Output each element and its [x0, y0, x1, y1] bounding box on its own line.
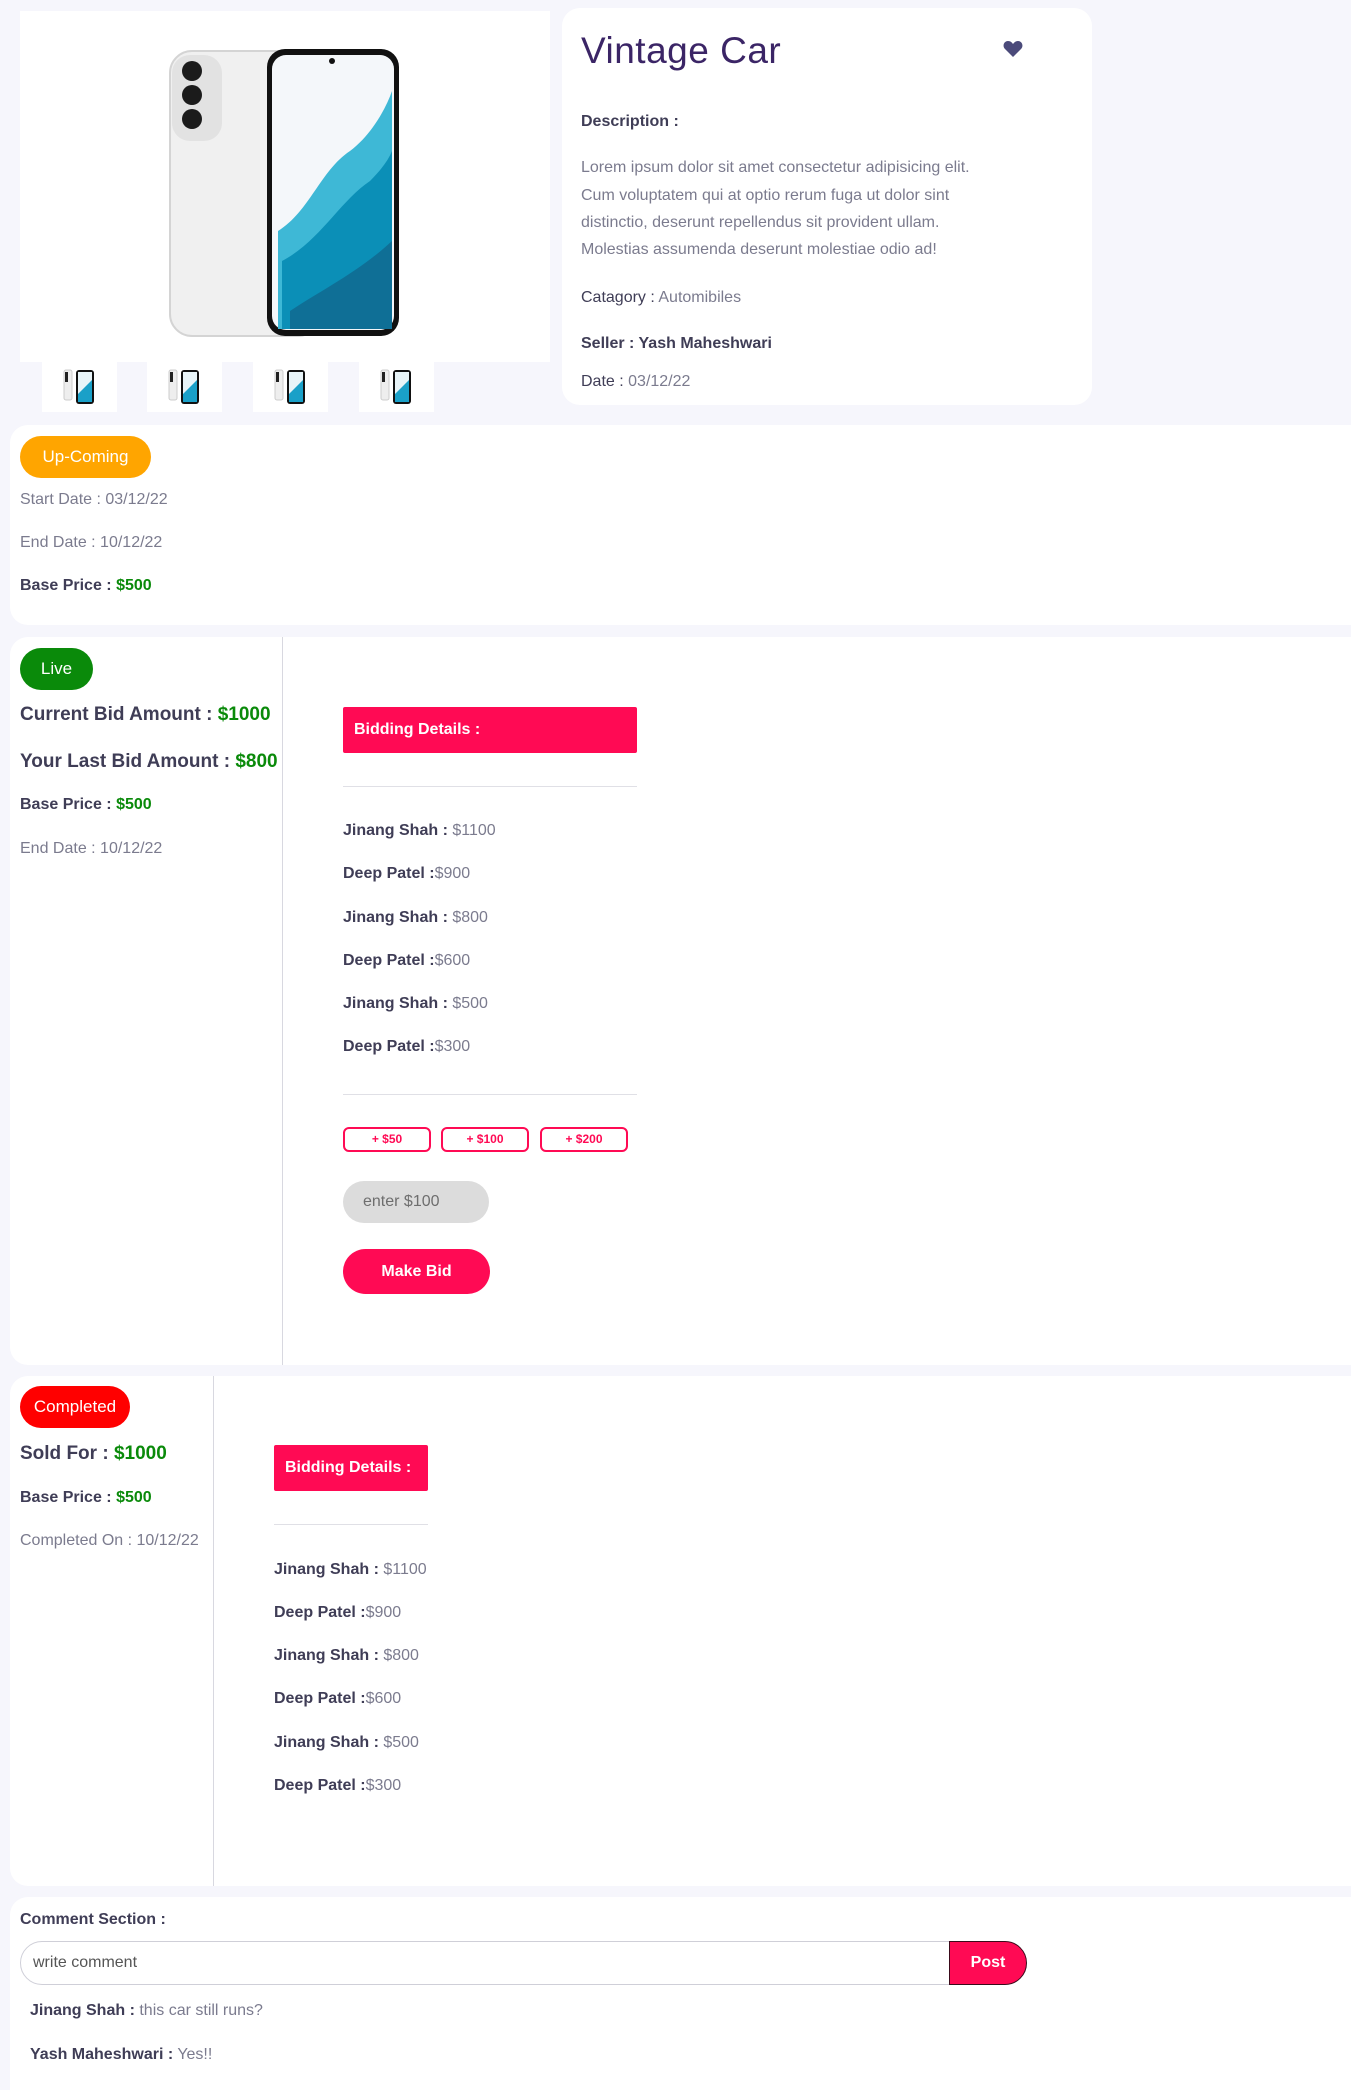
last-bid-amount: Your Last Bid Amount : $800 [20, 751, 278, 773]
bid-amount-input[interactable] [343, 1181, 489, 1223]
category-value: Automibiles [658, 289, 742, 306]
current-bid-value: $1000 [217, 704, 271, 725]
live-bid-row-6: Deep Patel :$300 [343, 1038, 471, 1055]
upcoming-end-date: End Date : 10/12/22 [20, 534, 163, 551]
live-bid-row-3: Jinang Shah : $800 [343, 909, 488, 926]
phone-image [20, 11, 550, 362]
increment-100-button[interactable]: + $100 [441, 1127, 529, 1152]
description-label: Description : [581, 113, 679, 130]
thumbnail-2[interactable] [147, 362, 222, 412]
completed-section [10, 1376, 1351, 1886]
completed-base-price-label: Base Price : [20, 1489, 112, 1506]
live-divider [282, 637, 283, 1365]
current-bid-label: Current Bid Amount : [20, 704, 213, 725]
description-line-2: Cum voluptatem qui at optio rerum fuga u… [581, 187, 950, 204]
completed-bid-row-3: Jinang Shah : $800 [274, 1647, 419, 1664]
live-section [10, 637, 1351, 1365]
comment-author: Jinang Shah : [30, 2002, 135, 2019]
current-bid-amount: Current Bid Amount : $1000 [20, 704, 271, 726]
sold-for-value: $1000 [113, 1443, 167, 1464]
last-bid-value: $800 [235, 751, 278, 772]
thumbnail-3[interactable] [253, 362, 328, 412]
product-main-image [20, 11, 550, 362]
comment-item-1: Jinang Shah : this car still runs? [30, 2002, 263, 2020]
description-line-4: Molestias assumenda deserunt molestiae o… [581, 241, 937, 258]
comment-item-2: Yash Maheshwari : Yes!! [30, 2046, 212, 2064]
increment-50-button[interactable]: + $50 [343, 1127, 431, 1152]
live-base-price: Base Price : $500 [20, 796, 152, 814]
comment-section-label: Comment Section : [20, 1911, 166, 1928]
completed-bids-divider [274, 1524, 428, 1525]
increment-200-button[interactable]: + $200 [540, 1127, 628, 1152]
comment-author: Yash Maheshwari : [30, 2046, 174, 2063]
upcoming-start-date: Start Date : 03/12/22 [20, 491, 168, 508]
upcoming-status-badge: Up-Coming [20, 436, 151, 478]
completed-base-price-value: $500 [116, 1489, 152, 1506]
comment-text: Yes!! [173, 2046, 213, 2063]
upcoming-base-price: Base Price : $500 [20, 577, 152, 595]
thumbnail-1[interactable] [42, 362, 117, 412]
date-label: Date : [581, 373, 624, 390]
completed-status-badge: Completed [20, 1386, 130, 1428]
date-value: 03/12/22 [628, 373, 691, 390]
make-bid-button[interactable]: Make Bid [343, 1249, 490, 1294]
completed-divider [213, 1376, 214, 1886]
live-bid-row-1: Jinang Shah : $1100 [343, 822, 496, 839]
live-bid-row-4: Deep Patel :$600 [343, 952, 471, 969]
favorite-heart-icon[interactable] [1003, 40, 1023, 63]
live-base-price-value: $500 [116, 796, 152, 813]
upcoming-base-price-value: $500 [116, 577, 152, 594]
seller-label: Seller : Yash Maheshwari [581, 335, 772, 352]
sold-for-label: Sold For : [20, 1443, 109, 1464]
live-end-date: End Date : 10/12/22 [20, 840, 163, 857]
sold-for: Sold For : $1000 [20, 1443, 167, 1465]
live-bid-row-5: Jinang Shah : $500 [343, 995, 488, 1012]
live-bid-row-2: Deep Patel :$900 [343, 865, 471, 882]
product-title: Vintage Car [581, 30, 782, 71]
date-row: Date : 03/12/22 [581, 373, 690, 391]
comment-text: this car still runs? [134, 2002, 263, 2019]
upcoming-base-price-label: Base Price : [20, 577, 112, 594]
last-bid-label: Your Last Bid Amount : [20, 751, 231, 772]
comment-input[interactable] [20, 1941, 950, 1985]
live-bids-bottom-divider [343, 1094, 637, 1095]
live-base-price-label: Base Price : [20, 796, 112, 813]
live-bids-top-divider [343, 786, 637, 787]
description-line-3: distinctio, deserunt repellendus sit pro… [581, 214, 940, 231]
completed-bid-row-6: Deep Patel :$300 [274, 1777, 402, 1794]
completed-base-price: Base Price : $500 [20, 1489, 152, 1507]
completed-bidding-details-header: Bidding Details : [274, 1445, 428, 1491]
post-comment-button[interactable]: Post [949, 1941, 1027, 1985]
upcoming-section [10, 425, 1351, 625]
category-label: Catagory : [581, 289, 655, 306]
completed-bid-row-4: Deep Patel :$600 [274, 1690, 402, 1707]
completed-on-date: Completed On : 10/12/22 [20, 1532, 199, 1549]
completed-bid-row-5: Jinang Shah : $500 [274, 1734, 419, 1751]
completed-bid-row-2: Deep Patel :$900 [274, 1604, 402, 1621]
description-line-1: Lorem ipsum dolor sit amet consectetur a… [581, 159, 970, 176]
thumbnail-4[interactable] [359, 362, 434, 412]
completed-bid-row-1: Jinang Shah : $1100 [274, 1561, 427, 1578]
live-bidding-details-header: Bidding Details : [343, 707, 637, 753]
category-row: Catagory : Automibiles [581, 289, 741, 307]
live-status-badge: Live [20, 648, 93, 690]
